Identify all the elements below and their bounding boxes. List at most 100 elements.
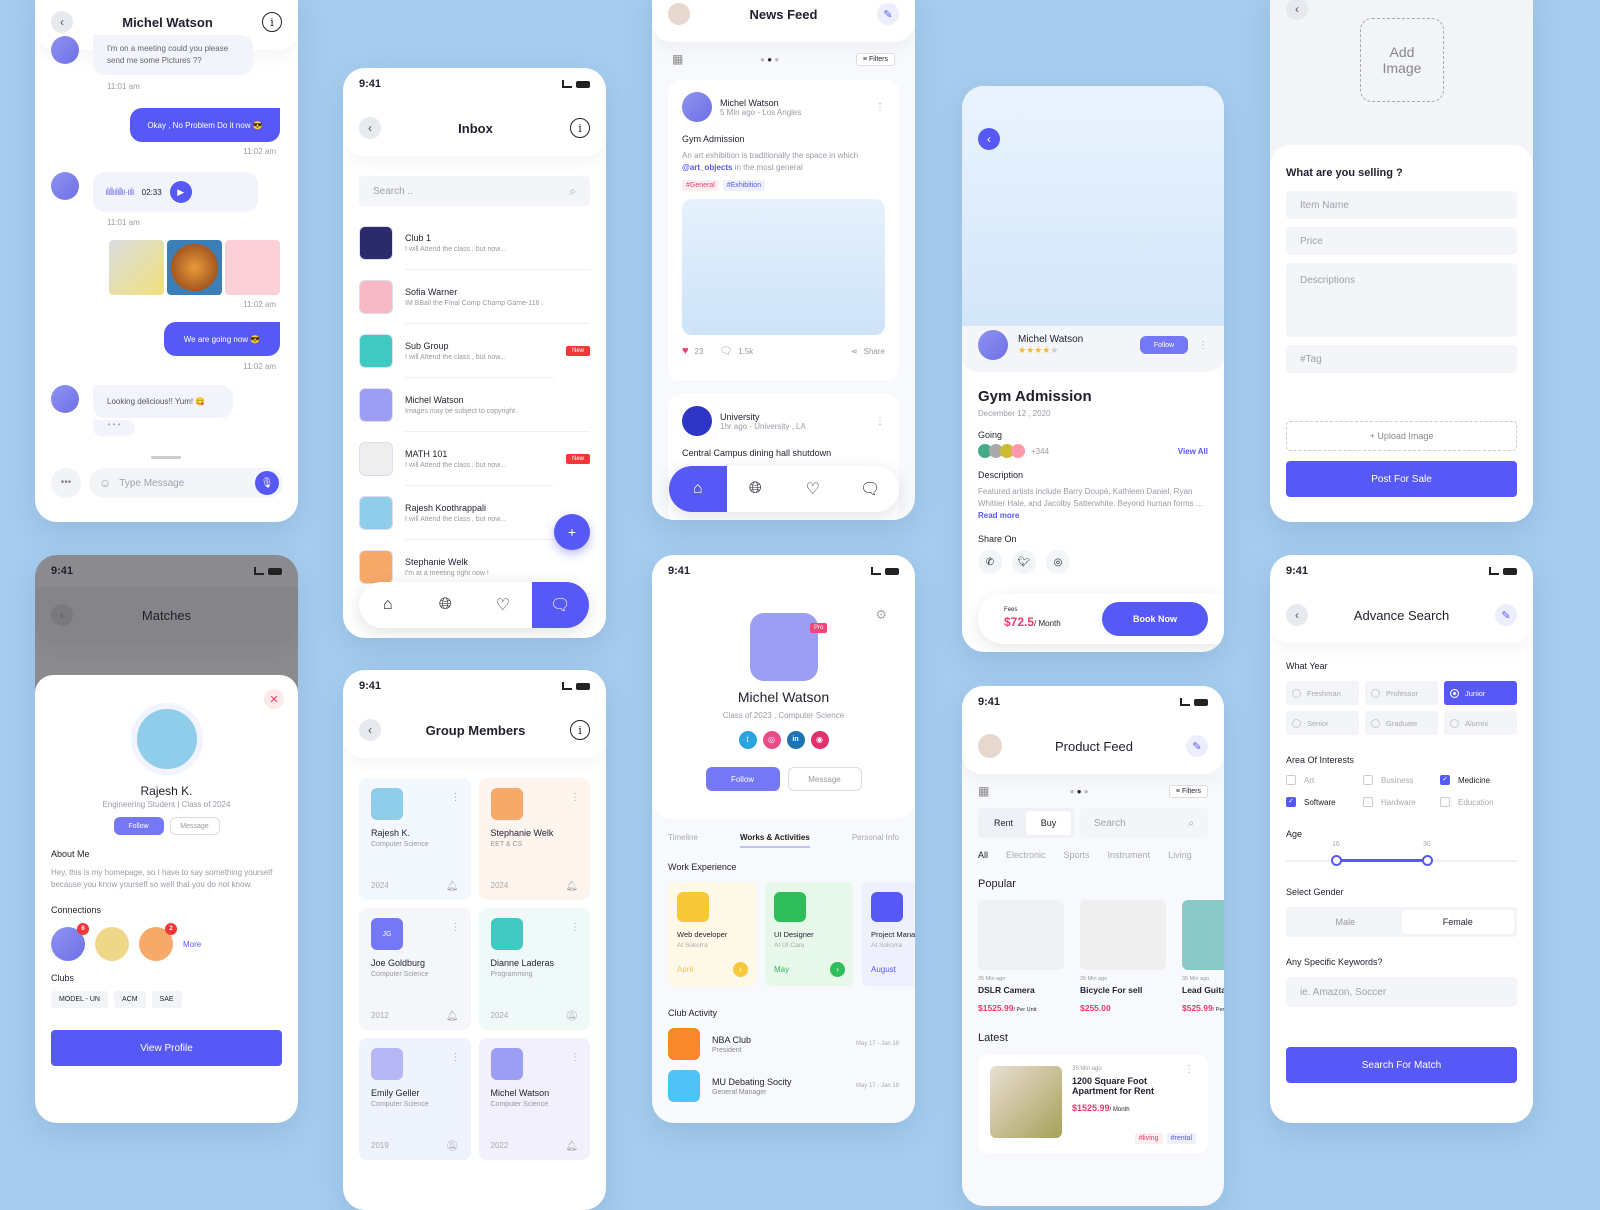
settings-icon[interactable]: ⚙ bbox=[875, 607, 887, 623]
more-options-icon[interactable]: ⋮ bbox=[570, 922, 580, 933]
tab-timeline[interactable]: Timeline bbox=[668, 833, 698, 848]
user-avatar[interactable] bbox=[668, 3, 690, 25]
item-name-input[interactable]: Item Name bbox=[1286, 191, 1517, 219]
drag-handle[interactable] bbox=[151, 456, 181, 459]
more-options-icon[interactable]: ⋮ bbox=[875, 102, 885, 113]
author-avatar[interactable] bbox=[682, 92, 712, 122]
edit-icon[interactable]: ✎ bbox=[1495, 604, 1517, 626]
view-all-link[interactable]: View All bbox=[1178, 447, 1208, 456]
description-input[interactable]: Descriptions bbox=[1286, 263, 1517, 337]
gender-female[interactable]: Female bbox=[1401, 910, 1514, 934]
info-icon[interactable]: i bbox=[570, 118, 590, 138]
year-option[interactable]: Graduate bbox=[1365, 711, 1438, 735]
user-avatar[interactable] bbox=[978, 734, 1002, 758]
category-tab[interactable]: Living bbox=[1168, 850, 1192, 862]
keywords-input[interactable]: ie. Amazon, Soccer bbox=[1286, 977, 1517, 1007]
year-option[interactable]: Senior bbox=[1286, 711, 1359, 735]
year-option[interactable]: Junior bbox=[1444, 681, 1517, 705]
tag[interactable]: #Exhibition bbox=[722, 180, 766, 191]
book-now-button[interactable]: Book Now bbox=[1102, 602, 1208, 636]
globe-icon[interactable]: 🌐︎ bbox=[417, 596, 475, 614]
home-icon[interactable]: ⌂ bbox=[669, 466, 727, 512]
twitter-icon[interactable]: t bbox=[738, 731, 757, 749]
interest-checkbox[interactable]: Business bbox=[1363, 775, 1440, 785]
work-card[interactable]: Web developer At Sokorra April › bbox=[668, 882, 756, 986]
member-card[interactable]: ⋮ Stephanie Welk EET & CS 2024 🔔︎ bbox=[478, 778, 590, 900]
conversation-item[interactable]: Sub Group I will Attend the class , but n… bbox=[343, 324, 606, 378]
grid-icon[interactable]: ▦ bbox=[672, 52, 683, 66]
conversation-item[interactable]: Sofia Warner IM BBall the Final Comp Cham… bbox=[343, 270, 606, 324]
mention-link[interactable]: @art_objects bbox=[682, 163, 732, 172]
connection-avatar[interactable] bbox=[95, 927, 129, 961]
play-button[interactable]: ▶ bbox=[169, 181, 192, 203]
conversation-item[interactable]: Michel Watson Images may be subject to co… bbox=[343, 378, 606, 432]
club-item[interactable]: NBA Club President May 17 - Jan 18 bbox=[668, 1028, 899, 1060]
chat-icon[interactable]: 🗨︎ bbox=[842, 479, 900, 499]
bell-icon[interactable]: 🔔︎ bbox=[446, 1011, 459, 1022]
category-tab[interactable]: All bbox=[978, 850, 988, 862]
member-card[interactable]: ⋮ Emily Geller Computer Science 2019 🔕︎ bbox=[359, 1038, 471, 1160]
club-chip[interactable]: SAE bbox=[151, 991, 182, 1008]
more-options-icon[interactable]: ⋮ bbox=[451, 922, 461, 933]
home-icon[interactable]: ⌂ bbox=[359, 596, 417, 614]
conversation-item[interactable]: MATH 101 I will Attend the class , but no… bbox=[343, 432, 606, 486]
product-card[interactable]: 35 Min ago DSLR Camera $1525.99/ Per Unit bbox=[978, 900, 1064, 1016]
follow-button[interactable]: Follow bbox=[1140, 336, 1188, 354]
image-balloons[interactable] bbox=[225, 240, 280, 295]
more-link[interactable]: More bbox=[183, 940, 201, 949]
post-image[interactable] bbox=[682, 199, 885, 335]
filters-button[interactable]: ≡ Filters bbox=[1168, 784, 1208, 798]
category-tab[interactable]: Electronic bbox=[1006, 850, 1046, 862]
bell-icon[interactable]: 🔔︎ bbox=[446, 881, 459, 892]
microphone-icon[interactable]: 🎙 bbox=[255, 471, 279, 495]
image-cake[interactable] bbox=[109, 240, 164, 295]
member-card[interactable]: ⋮ Michel Watson Computer Science 2022 🔔︎ bbox=[478, 1038, 590, 1160]
author-name[interactable]: University bbox=[720, 412, 806, 422]
back-button[interactable]: ‹ bbox=[359, 719, 381, 741]
interest-checkbox[interactable]: ✓ Medicine bbox=[1440, 775, 1517, 785]
more-options-icon[interactable]: ⋮ bbox=[570, 1052, 580, 1063]
tag[interactable]: #rental bbox=[1166, 1133, 1196, 1144]
age-max-handle[interactable] bbox=[1422, 855, 1433, 866]
more-options-icon[interactable]: ⋮ bbox=[451, 792, 461, 803]
linkedin-icon[interactable]: in bbox=[786, 731, 805, 749]
read-more-link[interactable]: Read more bbox=[978, 511, 1019, 520]
buy-option[interactable]: Buy bbox=[1026, 811, 1071, 835]
back-button[interactable]: ‹ bbox=[978, 128, 1000, 150]
whatsapp-icon[interactable]: ✆ bbox=[978, 550, 1002, 574]
product-card[interactable]: 35 Min ago Lead Guitar $525.99/ Per Unit bbox=[1182, 900, 1224, 1016]
comment-icon[interactable]: 🗨︎ bbox=[719, 346, 732, 357]
chevron-right-icon[interactable]: › bbox=[733, 962, 748, 977]
tab-personal-info[interactable]: Personal Info bbox=[852, 833, 899, 848]
product-search-input[interactable]: Search ⌕ bbox=[1080, 808, 1208, 838]
gender-male[interactable]: Male bbox=[1289, 910, 1402, 934]
university-logo[interactable] bbox=[682, 406, 712, 436]
year-option[interactable]: Professor bbox=[1365, 681, 1438, 705]
chevron-right-icon[interactable]: › bbox=[830, 962, 845, 977]
share-icon[interactable]: ⋖ bbox=[851, 347, 858, 356]
member-card[interactable]: ⋮ Dianne Laderas Programming 2024 🔕︎ bbox=[478, 908, 590, 1030]
more-options-icon[interactable]: ⋮ bbox=[875, 416, 885, 427]
view-profile-button[interactable]: View Profile bbox=[51, 1030, 282, 1066]
connection-avatar[interactable]: 6 bbox=[51, 923, 89, 961]
follow-button[interactable]: Follow bbox=[113, 817, 164, 835]
back-button[interactable]: ‹ bbox=[51, 11, 73, 33]
chat-icon[interactable]: 🗨︎ bbox=[531, 582, 589, 628]
instagram-icon[interactable]: ◎ bbox=[1046, 550, 1070, 574]
image-food[interactable] bbox=[167, 240, 222, 295]
more-options-icon[interactable]: ⋮ bbox=[570, 792, 580, 803]
work-card[interactable]: Project ManagerAt SokorraAugust› bbox=[862, 882, 915, 986]
search-for-match-button[interactable]: Search For Match bbox=[1286, 1047, 1517, 1083]
info-icon[interactable]: i bbox=[570, 720, 590, 740]
bell-off-icon[interactable]: 🔕︎ bbox=[565, 1011, 578, 1022]
year-option[interactable]: Alumni bbox=[1444, 711, 1517, 735]
interest-checkbox[interactable]: Art bbox=[1286, 775, 1363, 785]
message-button[interactable]: Message bbox=[169, 817, 220, 835]
grid-icon[interactable]: ▦ bbox=[978, 784, 989, 798]
add-image-button[interactable]: Add Image bbox=[1360, 18, 1444, 102]
connection-avatar[interactable]: 2 bbox=[139, 923, 177, 961]
year-option[interactable]: Freshman bbox=[1286, 681, 1359, 705]
club-item[interactable]: MU Debating Socity General Manager May 17 … bbox=[668, 1070, 899, 1102]
post-for-sale-button[interactable]: Post For Sale bbox=[1286, 461, 1517, 497]
edit-icon[interactable]: ✎ bbox=[1186, 735, 1208, 757]
